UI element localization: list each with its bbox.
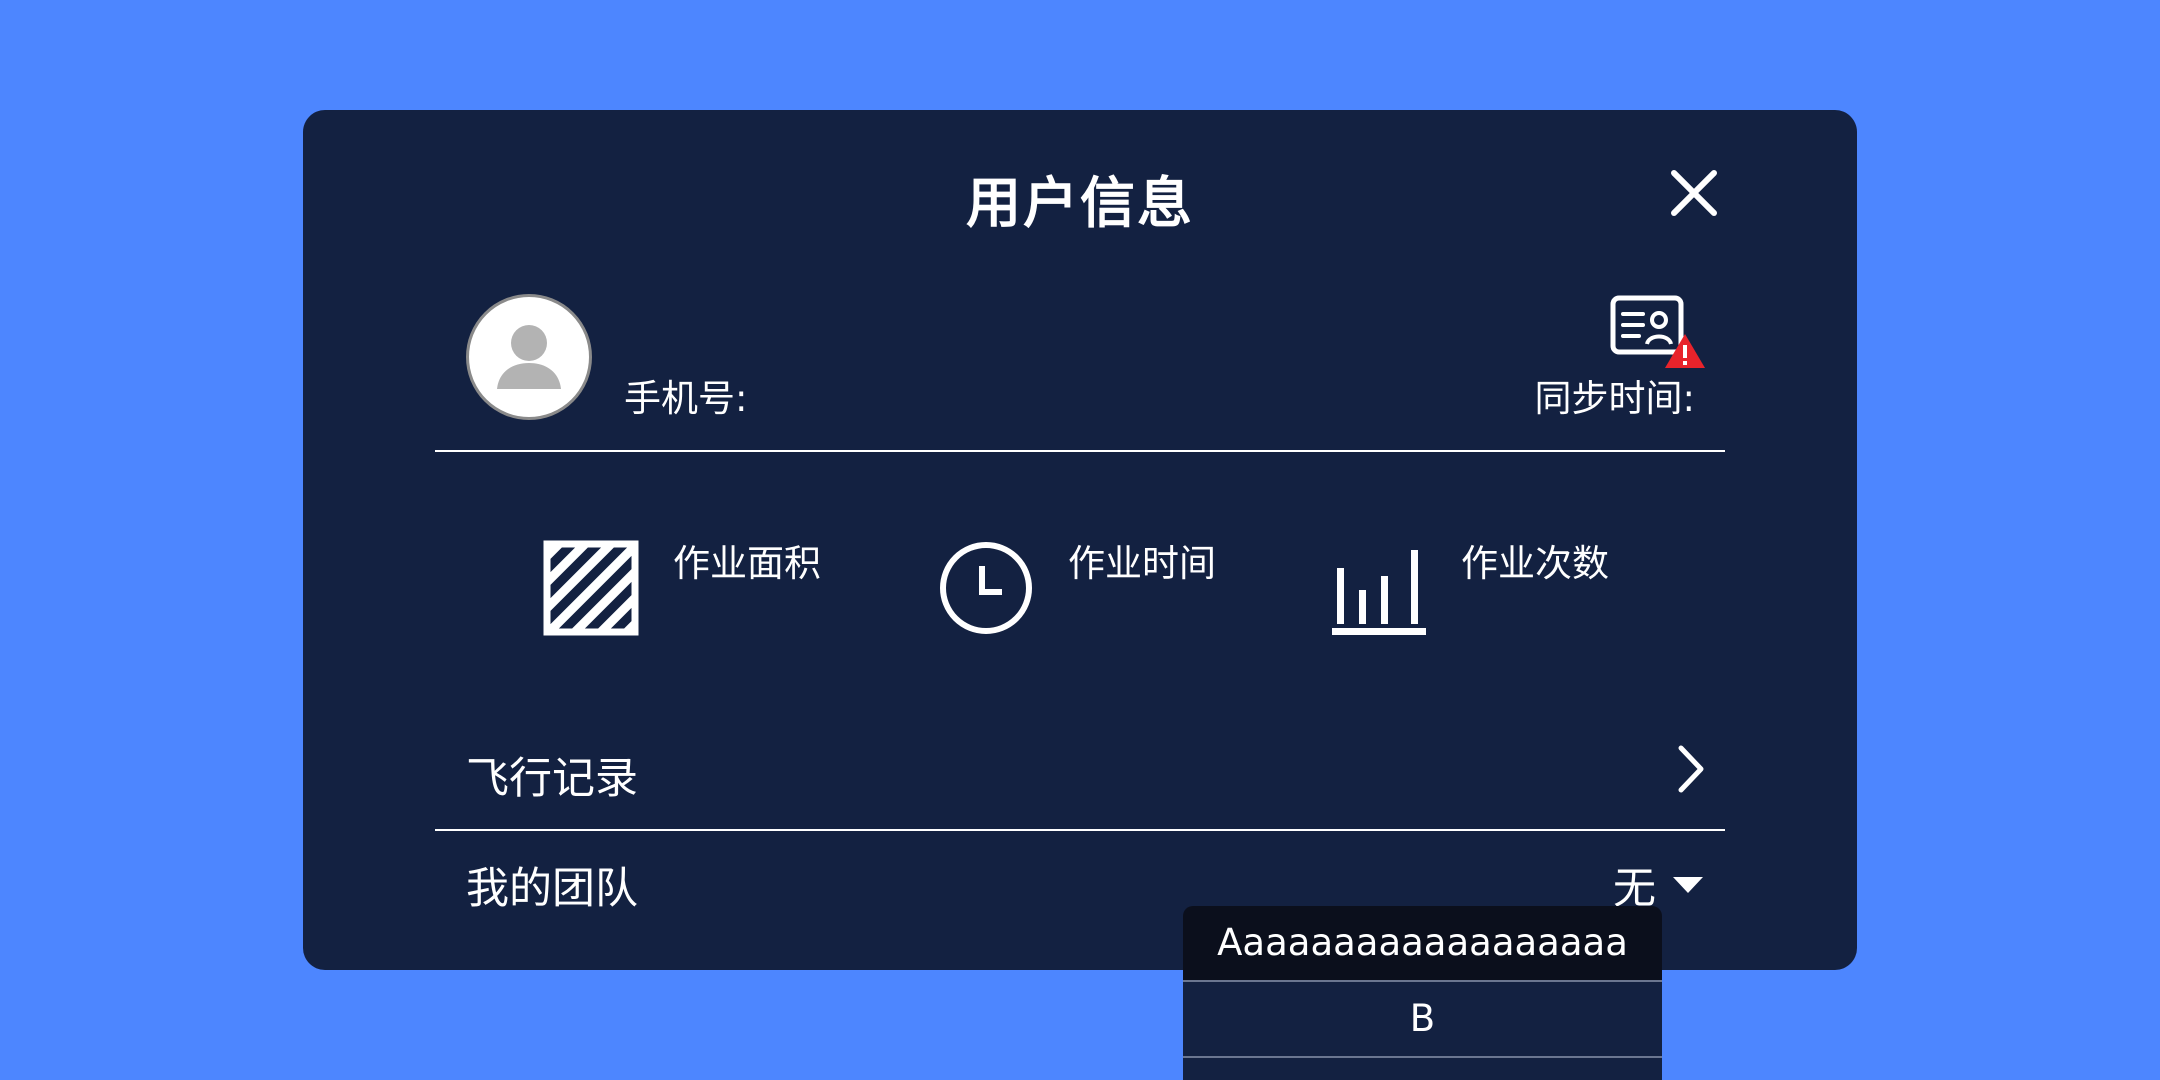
hatched-square-icon — [543, 540, 639, 636]
work-time-button[interactable] — [938, 540, 1034, 636]
sync-time-label: 同步时间: — [1534, 377, 1695, 420]
id-card-warning-icon — [1610, 295, 1705, 368]
flight-record-chevron[interactable] — [1673, 744, 1709, 794]
close-button[interactable] — [1663, 162, 1725, 224]
dropdown-option[interactable]: B — [1183, 982, 1662, 1058]
team-dropdown-menu: Aaaaaaaaaaaaaaaaaa B — [1183, 906, 1662, 1080]
dialog-title: 用户信息 — [965, 171, 1194, 235]
my-team-label: 我的团队 — [466, 864, 638, 914]
divider — [435, 829, 1725, 831]
work-count-button[interactable] — [1331, 540, 1427, 636]
user-info-dialog: 用户信息 手机号: 同步时间: 作业面积 作业时间 作业次数 飞行记录 我的团队… — [303, 110, 1857, 970]
caret-down-icon — [1673, 877, 1703, 893]
dropdown-option[interactable]: Aaaaaaaaaaaaaaaaaa — [1183, 906, 1662, 982]
bar-chart-icon — [1332, 550, 1426, 635]
chevron-right-icon — [1678, 745, 1704, 793]
work-area-button[interactable] — [543, 540, 639, 636]
user-icon — [497, 325, 561, 389]
team-dropdown-toggle[interactable] — [1671, 875, 1705, 895]
close-icon[interactable] — [1663, 162, 1725, 224]
divider — [435, 450, 1725, 452]
phone-label: 手机号: — [624, 377, 748, 420]
avatar[interactable] — [466, 294, 592, 420]
clock-icon — [940, 542, 1032, 634]
id-card-warning-button[interactable] — [1609, 294, 1709, 376]
work-area-label: 作业面积 — [673, 542, 821, 585]
flight-record-label[interactable]: 飞行记录 — [466, 744, 638, 806]
work-time-label: 作业时间 — [1068, 542, 1216, 585]
work-count-label: 作业次数 — [1461, 542, 1609, 585]
dropdown-option-partial[interactable] — [1183, 1058, 1662, 1080]
